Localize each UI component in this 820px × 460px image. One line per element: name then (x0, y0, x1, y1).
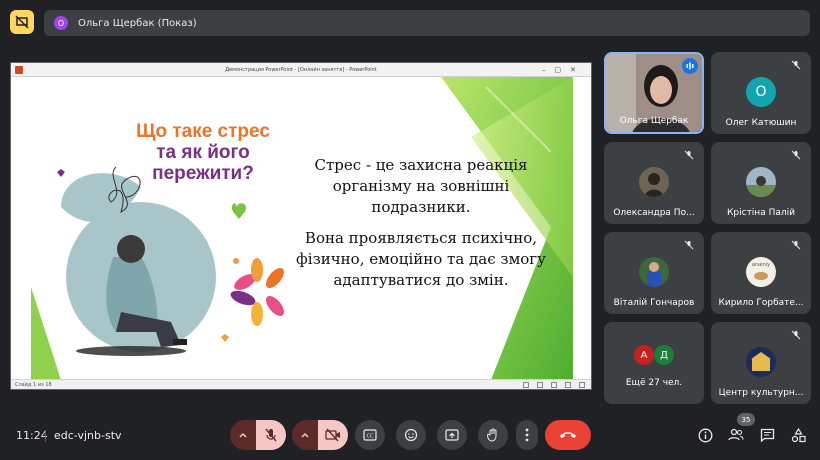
chevron-up-icon (239, 432, 247, 438)
meeting-details-button[interactable] (696, 426, 714, 444)
participant-tile[interactable]: Віталій Гончаров (604, 232, 704, 314)
slide-body: Стрес - це захисна реакція організму на … (281, 155, 561, 301)
mic-off-icon (789, 238, 803, 252)
more-participants-label: Ещё 27 чел. (625, 378, 683, 388)
slide-title: Що таке стрес та як його пережити? (123, 121, 283, 184)
participant-avatar: А (634, 345, 654, 365)
mic-off-icon (789, 58, 803, 72)
more-options-button[interactable] (516, 420, 538, 450)
more-vert-icon (525, 428, 529, 442)
ppt-window-title: Демонстрация PowerPoint - [Онлайн занятт… (225, 67, 377, 73)
participant-name: Кирило Горбате... (718, 298, 804, 308)
raise-hand-button[interactable] (478, 420, 508, 450)
present-screen-button[interactable] (437, 420, 467, 450)
participant-avatar (639, 167, 669, 197)
participant-avatar: О (746, 77, 776, 107)
people-icon (728, 428, 744, 441)
chat-button[interactable] (758, 426, 776, 444)
presentation-off-button[interactable] (10, 10, 34, 34)
participant-name: Віталій Гончаров (613, 298, 695, 308)
camera-toggle-button[interactable] (318, 420, 348, 450)
present-icon (445, 429, 459, 441)
participants-count-badge: 35 (737, 413, 755, 426)
chat-icon (760, 428, 774, 442)
slide-paragraph-2: Вона проявляється психічно, фізично, емо… (296, 229, 546, 289)
presentation-off-icon (15, 15, 29, 29)
avatar-label: arseniy (751, 262, 771, 268)
mic-off-icon (789, 328, 803, 342)
mic-off-icon (682, 238, 696, 252)
meeting-code: edc-vjnb-stv (54, 429, 122, 442)
participant-avatar (639, 257, 669, 287)
slide-counter: Слайд 1 из 18 (15, 382, 52, 388)
slide-title-line-1: Що таке стрес (136, 121, 270, 142)
participant-avatar (746, 167, 776, 197)
participant-avatar: Д (654, 345, 674, 365)
participant-name: Центр культурн... (718, 388, 804, 398)
participant-tile[interactable]: О Олег Катюшин (711, 52, 811, 134)
presentation-stage: Демонстрация PowerPoint - [Онлайн занятт… (10, 62, 592, 390)
slide-title-line-2: та як його (156, 142, 250, 163)
presenter-avatar: О (54, 16, 68, 30)
chevron-up-icon (301, 432, 309, 438)
participant-name: Крістіна Палій (727, 208, 795, 218)
participant-name: Олег Катюшин (725, 118, 797, 128)
camera-off-icon (325, 428, 340, 442)
participant-tile[interactable]: Центр культурн... (711, 322, 811, 404)
speaking-indicator-icon (682, 58, 698, 74)
mic-off-icon (265, 428, 277, 442)
info-icon (698, 428, 712, 442)
ppt-title-bar: Демонстрация PowerPoint - [Онлайн занятт… (11, 63, 591, 77)
participant-tile[interactable]: Ольга Щербак (604, 52, 704, 134)
powerpoint-icon (15, 66, 23, 74)
slide: Що таке стрес та як його пережити? Стрес… (31, 77, 573, 380)
participant-name: Олександра По... (613, 208, 695, 218)
slide-paragraph-1: Стрес - це захисна реакція організму на … (314, 156, 528, 216)
participant-avatar (746, 347, 776, 377)
divider (45, 430, 46, 442)
phone-hangup-icon (560, 432, 576, 438)
mic-off-icon (682, 148, 696, 162)
more-participants-tile[interactable]: А Д Ещё 27 чел. (604, 322, 704, 404)
mic-toggle-button[interactable] (256, 420, 286, 450)
presenter-label: Ольга Щербак (Показ) (78, 17, 197, 29)
presenter-banner[interactable]: О Ольга Щербак (Показ) (44, 10, 810, 36)
captions-button[interactable]: CC (355, 420, 385, 450)
view-buttons (523, 382, 585, 388)
participant-avatar: arseniy (746, 257, 776, 287)
window-controls-icon: –▢✕ (542, 66, 585, 74)
mic-off-icon (789, 148, 803, 162)
ppt-status-bar: Слайд 1 из 18 (11, 379, 591, 389)
people-button[interactable] (727, 426, 745, 444)
reactions-button[interactable] (396, 420, 426, 450)
participant-tile[interactable]: arseniy Кирило Горбате... (711, 232, 811, 314)
activities-icon (791, 427, 806, 442)
end-call-button[interactable] (545, 420, 591, 450)
slide-title-line-3: пережити? (152, 163, 254, 184)
activities-button[interactable] (789, 426, 807, 444)
svg-text:CC: CC (367, 434, 374, 440)
clock: 11:24 (16, 429, 48, 442)
participant-name: Ольга Щербак (619, 116, 689, 126)
emoji-icon (404, 428, 418, 442)
participant-tile[interactable]: Крістіна Палій (711, 142, 811, 224)
camera-options-button[interactable] (292, 420, 318, 450)
participant-tile[interactable]: Олександра По... (604, 142, 704, 224)
captions-icon: CC (363, 429, 377, 441)
hand-icon (487, 428, 497, 442)
mic-options-button[interactable] (230, 420, 256, 450)
